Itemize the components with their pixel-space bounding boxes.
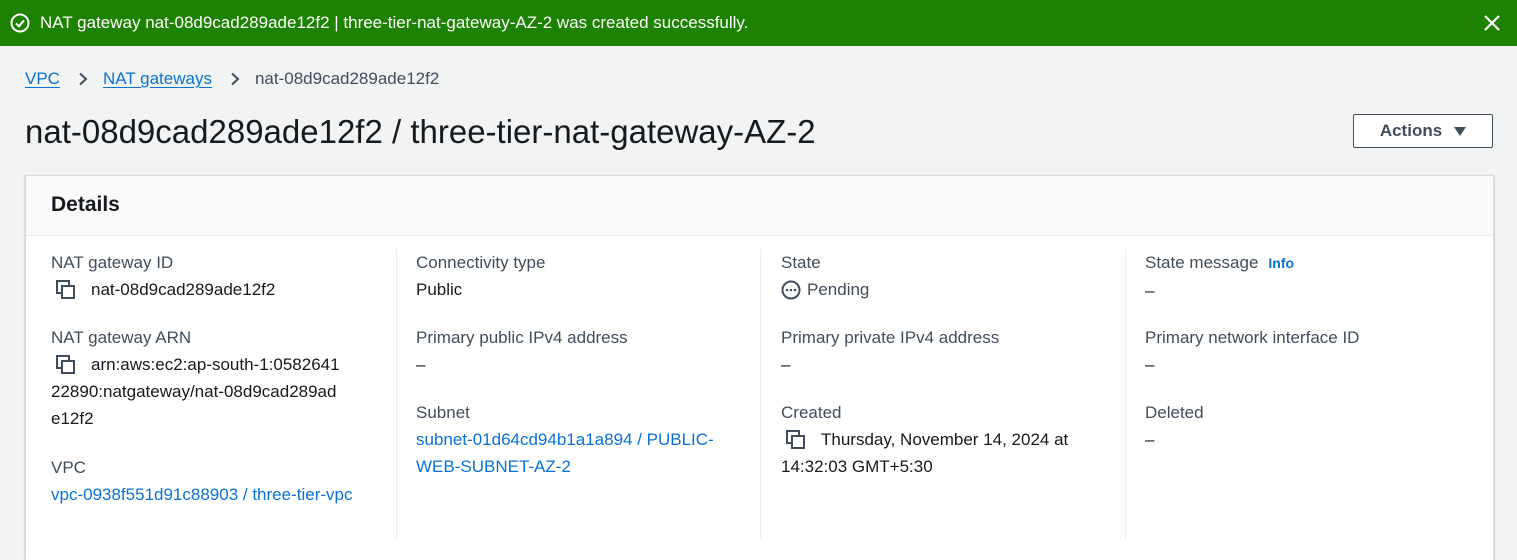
chevron-right-icon — [79, 72, 88, 86]
state-message-label: State message — [1145, 253, 1259, 272]
column-divider — [396, 249, 397, 539]
deleted-value: – — [1145, 430, 1155, 449]
state-value: Pending — [807, 280, 870, 299]
deleted-label: Deleted — [1145, 403, 1204, 422]
details-column-3: State Pending Primary private IPv4 addre… — [781, 249, 1121, 539]
actions-button-label: Actions — [1379, 121, 1443, 140]
chevron-right-icon — [231, 72, 240, 86]
primary-private-ipv4-label: Primary private IPv4 address — [781, 328, 1000, 347]
pending-icon — [781, 280, 801, 299]
state-message-value: – — [1145, 281, 1155, 300]
nat-gateway-id-value-row: nat-08d9cad289ade12f2 — [51, 276, 391, 303]
primary-network-interface-value: – — [1145, 355, 1155, 374]
connectivity-type-field: Connectivity type Public — [416, 249, 756, 303]
vpc-field: VPC vpc-0938f551d91c88903 / three-tier-v… — [51, 454, 391, 508]
details-column-1: NAT gateway ID nat-08d9cad289ade12f2 NAT… — [51, 249, 391, 539]
success-flash-banner: NAT gateway nat-08d9cad289ade12f2 | thre… — [0, 0, 1517, 46]
close-icon[interactable] — [1481, 12, 1503, 34]
created-field: Created Thursday, November 14, 2024 at 1… — [781, 399, 1121, 480]
breadcrumb: VPC NAT gateways nat-08d9cad289ade12f2 — [25, 68, 439, 90]
nat-gateway-id-label: NAT gateway ID — [51, 253, 174, 272]
nat-gateway-id-value: nat-08d9cad289ade12f2 — [91, 280, 276, 299]
primary-public-ipv4-field: Primary public IPv4 address – — [416, 324, 756, 378]
info-link[interactable]: Info — [1268, 255, 1294, 271]
primary-private-ipv4-value: – — [781, 355, 791, 374]
primary-public-ipv4-value: – — [416, 355, 426, 374]
connectivity-type-value: Public — [416, 280, 463, 299]
page-title: nat-08d9cad289ade12f2 / three-tier-nat-g… — [25, 113, 816, 150]
details-panel: Details NAT gateway ID nat-08d9cad289ade… — [25, 175, 1494, 560]
nat-gateway-arn-value-row: arn:aws:ec2:ap-south-1:058264122890:natg… — [51, 351, 341, 432]
primary-private-ipv4-field: Primary private IPv4 address – — [781, 324, 1121, 378]
created-value: Thursday, November 14, 2024 at 14:32:03 … — [781, 430, 1069, 476]
nat-gateway-arn-label: NAT gateway ARN — [51, 328, 192, 347]
copy-icon[interactable] — [56, 355, 76, 375]
copy-icon[interactable] — [786, 430, 806, 450]
vpc-label: VPC — [51, 458, 86, 477]
details-panel-header: Details — [26, 176, 1493, 236]
primary-network-interface-field: Primary network interface ID – — [1145, 324, 1485, 378]
state-message-label-row: State message Info — [1145, 249, 1485, 277]
deleted-field: Deleted – — [1145, 399, 1485, 453]
details-column-4: State message Info – Primary network inte… — [1145, 249, 1485, 539]
created-label: Created — [781, 403, 842, 422]
subnet-link[interactable]: subnet-01d64cd94b1a1a894 / PUBLIC-WEB-SU… — [416, 426, 736, 480]
state-message-field: State message Info – — [1145, 249, 1485, 304]
breadcrumb-nat-gateways-link[interactable]: NAT gateways — [103, 68, 212, 90]
connectivity-type-label: Connectivity type — [416, 253, 546, 272]
primary-public-ipv4-label: Primary public IPv4 address — [416, 328, 628, 347]
subnet-label: Subnet — [416, 403, 470, 422]
created-value-row: Thursday, November 14, 2024 at 14:32:03 … — [781, 426, 1091, 480]
state-field: State Pending — [781, 249, 1121, 303]
nat-gateway-arn-value: arn:aws:ec2:ap-south-1:058264122890:natg… — [51, 355, 340, 428]
subnet-field: Subnet subnet-01d64cd94b1a1a894 / PUBLIC… — [416, 399, 756, 480]
breadcrumb-vpc-link[interactable]: VPC — [25, 68, 60, 90]
state-value-row: Pending — [781, 276, 1121, 303]
column-divider — [760, 249, 761, 539]
nat-gateway-id-field: NAT gateway ID nat-08d9cad289ade12f2 — [51, 249, 391, 303]
column-divider — [1125, 249, 1126, 539]
nat-gateway-arn-field: NAT gateway ARN arn:aws:ec2:ap-south-1:0… — [51, 324, 391, 432]
flash-message: NAT gateway nat-08d9cad289ade12f2 | thre… — [40, 13, 749, 32]
caret-down-icon — [1454, 126, 1467, 136]
breadcrumb-current: nat-08d9cad289ade12f2 — [254, 69, 440, 88]
check-circle-icon — [10, 13, 30, 33]
actions-button[interactable]: Actions — [1353, 114, 1493, 148]
vpc-link[interactable]: vpc-0938f551d91c88903 / three-tier-vpc — [51, 481, 361, 508]
details-column-2: Connectivity type Public Primary public … — [416, 249, 756, 539]
state-label: State — [781, 253, 821, 272]
copy-icon[interactable] — [56, 280, 76, 300]
primary-network-interface-label: Primary network interface ID — [1145, 328, 1360, 347]
details-heading: Details — [51, 193, 120, 216]
